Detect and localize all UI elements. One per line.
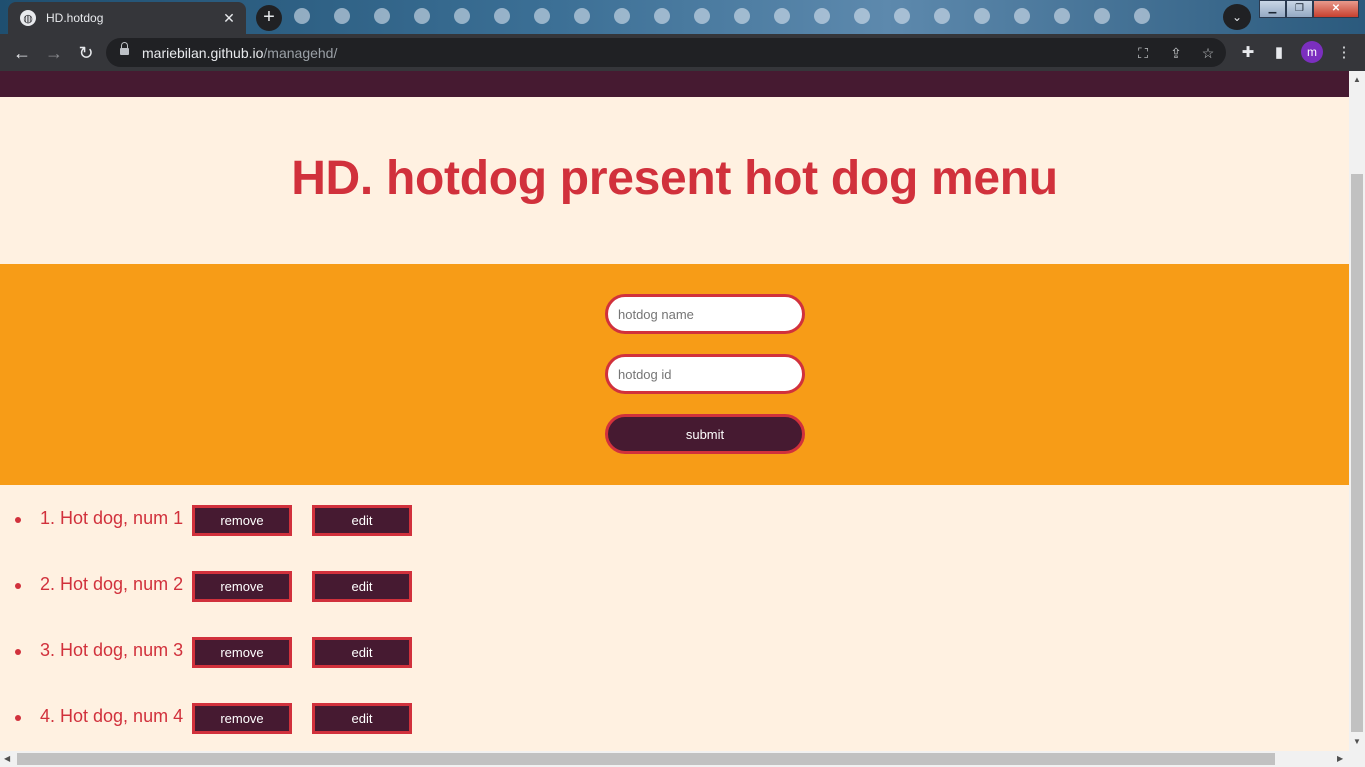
remove-button[interactable]: remove (192, 571, 292, 602)
url-text[interactable]: mariebilan.github.io/managehd/ (142, 45, 337, 61)
scroll-right-arrow-icon[interactable]: ▶ (1337, 754, 1343, 763)
edit-button[interactable]: edit (312, 505, 412, 536)
item-label: 4. Hot dog, num 4 (40, 706, 184, 726)
list-item: 4. Hot dog, num 4 remove edit (0, 703, 600, 734)
tab-title: HD.hotdog (46, 11, 104, 25)
tab-favicon-icon[interactable] (734, 8, 750, 24)
item-label: 1. Hot dog, num 1 (40, 508, 184, 528)
share-icon[interactable]: ⇪ (1166, 43, 1186, 63)
bullet-icon (15, 715, 21, 721)
close-window-icon[interactable]: ✕ (1313, 0, 1359, 18)
forward-arrow-icon[interactable]: → (41, 40, 67, 66)
address-bar[interactable]: mariebilan.github.io/managehd/ ⛶ ⇪ ☆ (106, 38, 1226, 67)
reload-icon[interactable]: ↻ (73, 40, 99, 66)
url-host: mariebilan.github.io (142, 45, 264, 61)
list-item: 1. Hot dog, num 1 remove edit (0, 505, 600, 536)
hotdog-name-input[interactable] (605, 294, 805, 334)
tab-favicon-icon[interactable] (894, 8, 910, 24)
tab-strip: ◍ HD.hotdog ✕ + ⌄ ▁ ❐ ✕ (0, 0, 1365, 34)
window-controls: ▁ ❐ ✕ (1259, 0, 1359, 18)
side-panel-icon[interactable]: ▮ (1268, 42, 1290, 64)
item-label: 2. Hot dog, num 2 (40, 574, 184, 594)
remove-button[interactable]: remove (192, 505, 292, 536)
tab-favicon-icon[interactable] (814, 8, 830, 24)
page-viewport: HD. hotdog present hot dog menu submit 1… (0, 71, 1349, 751)
tab-favicon-icon[interactable] (294, 8, 310, 24)
horizontal-scroll-thumb[interactable] (17, 753, 1275, 765)
lock-icon[interactable] (120, 42, 129, 57)
tab-favicon-icon[interactable] (494, 8, 510, 24)
translate-icon[interactable]: ⛶ (1133, 43, 1153, 63)
remove-button[interactable]: remove (192, 637, 292, 668)
tab-favicon-icon[interactable] (574, 8, 590, 24)
menu-kebab-icon[interactable]: ⋮ (1333, 42, 1355, 64)
new-tab-button[interactable]: + (256, 5, 282, 31)
background-tabs (294, 8, 1150, 24)
browser-toolbar: ← → ↻ mariebilan.github.io/managehd/ ⛶ ⇪… (0, 34, 1365, 71)
profile-avatar[interactable]: m (1301, 41, 1323, 63)
vertical-scrollbar[interactable]: ▲ ▼ (1349, 71, 1365, 751)
bookmark-star-icon[interactable]: ☆ (1198, 43, 1218, 63)
top-bar (0, 71, 1349, 97)
item-label: 3. Hot dog, num 3 (40, 640, 184, 660)
tab-favicon-icon[interactable] (374, 8, 390, 24)
tab-favicon-icon[interactable] (854, 8, 870, 24)
list-item: 3. Hot dog, num 3 remove edit (0, 637, 600, 668)
scroll-down-arrow-icon[interactable]: ▼ (1353, 737, 1361, 746)
bullet-icon (15, 583, 21, 589)
tab-favicon-icon[interactable] (654, 8, 670, 24)
edit-button[interactable]: edit (312, 703, 412, 734)
minimize-icon[interactable]: ▁ (1259, 0, 1286, 18)
horizontal-scrollbar[interactable]: ◀ ▶ (0, 751, 1365, 767)
submit-button[interactable]: submit (605, 414, 805, 454)
bullet-icon (15, 649, 21, 655)
tab-active[interactable]: ◍ HD.hotdog ✕ (8, 2, 246, 34)
tab-favicon-icon[interactable] (1134, 8, 1150, 24)
tab-search-chevron-icon[interactable]: ⌄ (1223, 4, 1251, 30)
page-title: HD. hotdog present hot dog menu (291, 152, 1058, 205)
back-arrow-icon[interactable]: ← (9, 40, 35, 66)
tab-favicon-icon[interactable] (414, 8, 430, 24)
tab-favicon-icon[interactable] (454, 8, 470, 24)
tab-favicon-icon[interactable] (1014, 8, 1030, 24)
list-item: 2. Hot dog, num 2 remove edit (0, 571, 600, 602)
hotdog-id-input[interactable] (605, 354, 805, 394)
tab-favicon-icon[interactable] (1094, 8, 1110, 24)
remove-button[interactable]: remove (192, 703, 292, 734)
edit-button[interactable]: edit (312, 571, 412, 602)
tab-favicon-icon[interactable] (614, 8, 630, 24)
restore-icon[interactable]: ❐ (1286, 0, 1313, 18)
tab-favicon-icon[interactable] (1054, 8, 1070, 24)
close-tab-icon[interactable]: ✕ (218, 10, 240, 27)
tab-favicon-icon[interactable] (334, 8, 350, 24)
scroll-up-arrow-icon[interactable]: ▲ (1353, 75, 1361, 84)
edit-button[interactable]: edit (312, 637, 412, 668)
url-path: /managehd/ (263, 45, 338, 61)
hotdog-form: submit (0, 264, 1349, 485)
tab-favicon-icon[interactable] (934, 8, 950, 24)
vertical-scroll-thumb[interactable] (1351, 174, 1363, 732)
extensions-puzzle-icon[interactable]: ✚ (1237, 42, 1259, 64)
tab-favicon-icon[interactable] (774, 8, 790, 24)
scroll-left-arrow-icon[interactable]: ◀ (4, 754, 10, 763)
bullet-icon (15, 517, 21, 523)
tab-favicon-icon[interactable] (974, 8, 990, 24)
tab-favicon-icon[interactable] (694, 8, 710, 24)
tab-favicon-icon[interactable] (534, 8, 550, 24)
globe-icon: ◍ (20, 10, 36, 26)
